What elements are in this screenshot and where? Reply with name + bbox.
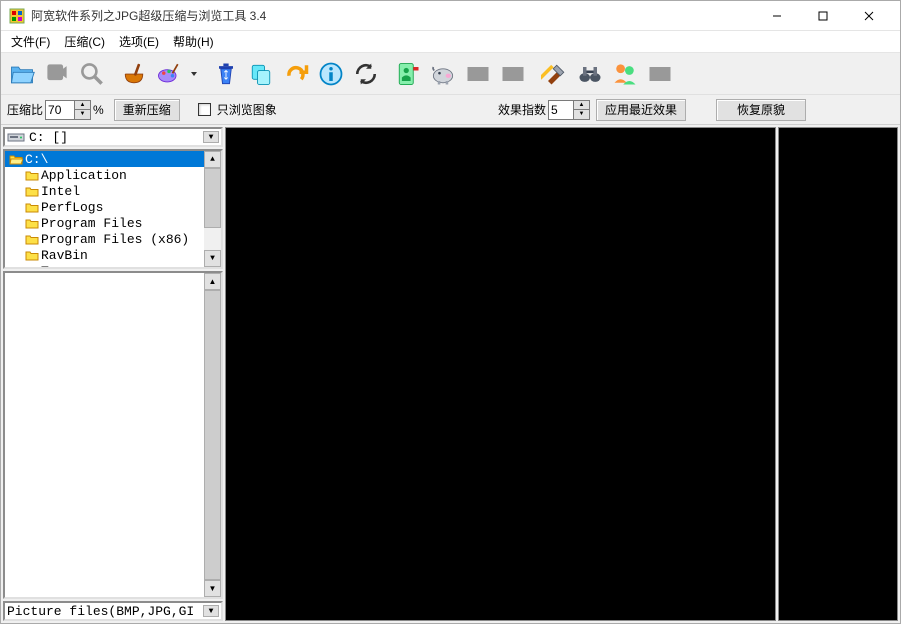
scroll-down-button[interactable]: ▼: [204, 250, 221, 267]
filelist-scroll-up[interactable]: ▲: [204, 273, 221, 290]
dir-row[interactable]: PerfLogs: [5, 199, 221, 215]
disabled-tool-3: [461, 56, 495, 92]
dir-label: PerfLogs: [41, 200, 103, 215]
mortar-button[interactable]: [117, 56, 151, 92]
apply-effect-button[interactable]: 应用最近效果: [596, 99, 686, 121]
dirtree-scrollbar[interactable]: ▲ ▼: [204, 151, 221, 267]
filter-text: Picture files(BMP,JPG,GI: [7, 604, 194, 619]
dir-label: Program Files (x86): [41, 232, 189, 247]
info-button[interactable]: [314, 56, 348, 92]
paint-dropdown[interactable]: [187, 56, 201, 92]
ratio-label: 压缩比: [5, 101, 45, 118]
dir-label: Temp: [41, 264, 72, 270]
piggy-button[interactable]: [426, 56, 460, 92]
dir-row[interactable]: Program Files (x86): [5, 231, 221, 247]
scroll-up-button[interactable]: ▲: [204, 151, 221, 168]
left-panel: C: [] ▼ C:\ApplicationIntelPerfLogsProgr…: [3, 127, 223, 621]
dir-label: Intel: [41, 184, 80, 199]
binoculars-button[interactable]: [573, 56, 607, 92]
disabled-tool-2: [75, 56, 109, 92]
disabled-tool-1: [40, 56, 74, 92]
filter-dropdown-arrow[interactable]: ▼: [203, 605, 219, 617]
dir-row[interactable]: Temp: [5, 263, 221, 269]
file-list[interactable]: ▲ ▼: [3, 271, 223, 599]
folder-icon: [25, 170, 39, 181]
effect-label: 效果指数: [496, 101, 548, 118]
dir-row[interactable]: Program Files: [5, 215, 221, 231]
contact-button[interactable]: [391, 56, 425, 92]
menubar: 文件(F) 压缩(C) 选项(E) 帮助(H): [1, 31, 900, 53]
filelist-scrollbar[interactable]: ▲ ▼: [204, 273, 221, 597]
open-folder-button[interactable]: [5, 56, 39, 92]
drive-label: C: []: [29, 130, 68, 145]
tools-button[interactable]: [538, 56, 572, 92]
restore-button[interactable]: 恢复原貌: [716, 99, 806, 121]
dir-row[interactable]: Intel: [5, 183, 221, 199]
redo-button[interactable]: [279, 56, 313, 92]
side-preview[interactable]: [778, 127, 898, 621]
disabled-tool-4: [496, 56, 530, 92]
dir-label: Application: [41, 168, 127, 183]
options-bar: 压缩比 ▲▼ % 重新压缩 只浏览图象 效果指数 ▲▼ 应用最近效果 恢复原貌: [1, 95, 900, 125]
drive-dropdown-arrow[interactable]: ▼: [203, 131, 219, 143]
toolbar: [1, 53, 900, 95]
folder-icon: [25, 218, 39, 229]
browse-only-label: 只浏览图象: [215, 101, 279, 118]
dir-label: RavBin: [41, 248, 88, 263]
refresh-button[interactable]: [349, 56, 383, 92]
folder-icon: [25, 266, 39, 270]
browse-only-checkbox[interactable]: [198, 103, 211, 116]
dir-row[interactable]: Application: [5, 167, 221, 183]
filelist-scroll-down[interactable]: ▼: [204, 580, 221, 597]
app-icon: [9, 8, 25, 24]
copy-button[interactable]: [244, 56, 278, 92]
recompress-button[interactable]: 重新压缩: [114, 99, 180, 121]
menu-help[interactable]: 帮助(H): [167, 31, 220, 52]
window-title: 阿宽软件系列之JPG超级压缩与浏览工具 3.4: [31, 7, 754, 24]
main-preview[interactable]: [225, 127, 776, 621]
recycle-button[interactable]: [209, 56, 243, 92]
minimize-button[interactable]: [754, 1, 800, 31]
users-button[interactable]: [608, 56, 642, 92]
folder-icon: [25, 250, 39, 261]
dir-label: C:\: [25, 152, 48, 167]
ratio-spinner[interactable]: ▲▼: [75, 100, 91, 120]
effect-input[interactable]: [548, 100, 574, 120]
disabled-tool-5: [643, 56, 677, 92]
folder-open-icon: [9, 154, 23, 165]
close-button[interactable]: [846, 1, 892, 31]
menu-compress[interactable]: 压缩(C): [58, 31, 111, 52]
content-area: C: [] ▼ C:\ApplicationIntelPerfLogsProgr…: [1, 125, 900, 623]
paint-button[interactable]: [152, 56, 186, 92]
menu-options[interactable]: 选项(E): [113, 31, 165, 52]
dir-label: Program Files: [41, 216, 142, 231]
directory-tree[interactable]: C:\ApplicationIntelPerfLogsProgram Files…: [3, 149, 223, 269]
effect-spinner[interactable]: ▲▼: [574, 100, 590, 120]
ratio-input[interactable]: [45, 100, 75, 120]
dir-row[interactable]: RavBin: [5, 247, 221, 263]
folder-icon: [25, 234, 39, 245]
maximize-button[interactable]: [800, 1, 846, 31]
dir-row[interactable]: C:\: [5, 151, 221, 167]
percent-label: %: [91, 103, 106, 117]
titlebar: 阿宽软件系列之JPG超级压缩与浏览工具 3.4: [1, 1, 900, 31]
folder-icon: [25, 202, 39, 213]
drive-combo[interactable]: C: [] ▼: [3, 127, 223, 147]
filter-combo[interactable]: Picture files(BMP,JPG,GI ▼: [3, 601, 223, 621]
menu-file[interactable]: 文件(F): [5, 31, 56, 52]
folder-icon: [25, 186, 39, 197]
